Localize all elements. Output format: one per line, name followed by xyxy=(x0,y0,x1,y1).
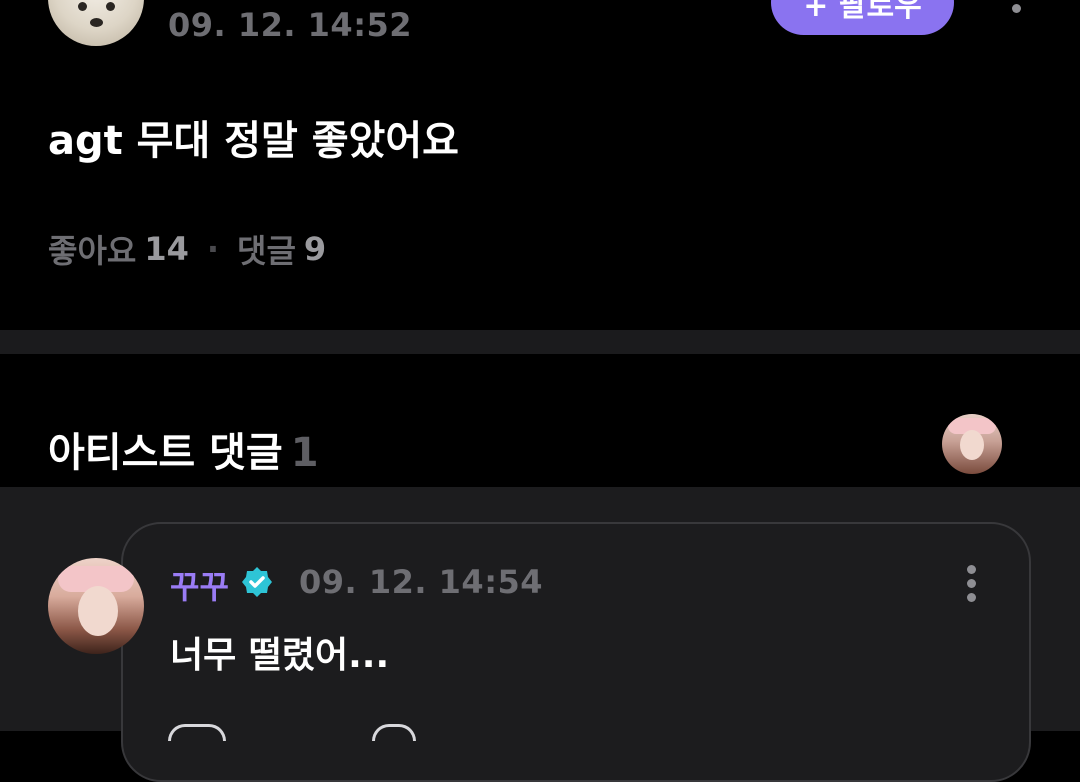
comment-more-icon[interactable] xyxy=(961,563,983,603)
like-icon[interactable] xyxy=(168,724,226,741)
artist-comments-heading: 아티스트 댓글 1 xyxy=(48,420,319,478)
comment-text: 너무 떨렸어... xyxy=(170,635,390,676)
post-author-avatar[interactable] xyxy=(48,0,144,46)
artist-comments-title: 아티스트 댓글 xyxy=(48,430,283,476)
comments-count: 9 xyxy=(303,230,327,268)
verified-badge-icon xyxy=(242,567,272,597)
stats-separator: · xyxy=(206,230,220,268)
artist-avatar[interactable] xyxy=(942,414,1002,474)
comments-label[interactable]: 댓글 xyxy=(237,226,296,272)
post-body-text: agt 무대 정말 좋았어요 xyxy=(48,118,459,164)
comment-author-avatar[interactable] xyxy=(48,558,144,654)
likes-count: 14 xyxy=(144,230,189,268)
post-timestamp: 09. 12. 14:52 xyxy=(168,6,413,44)
reply-icon[interactable] xyxy=(372,724,416,741)
section-divider xyxy=(0,330,1080,354)
follow-button[interactable]: + 팔로우 xyxy=(771,0,954,35)
comment-author-name[interactable]: 꾸꾸 xyxy=(170,562,229,608)
post-more-icon[interactable] xyxy=(1006,0,1028,26)
artist-comments-count: 1 xyxy=(290,430,319,476)
likes-label[interactable]: 좋아요 xyxy=(48,226,136,272)
comment-timestamp: 09. 12. 14:54 xyxy=(299,563,544,601)
post-stats: 좋아요 14 · 댓글 9 xyxy=(48,226,326,272)
